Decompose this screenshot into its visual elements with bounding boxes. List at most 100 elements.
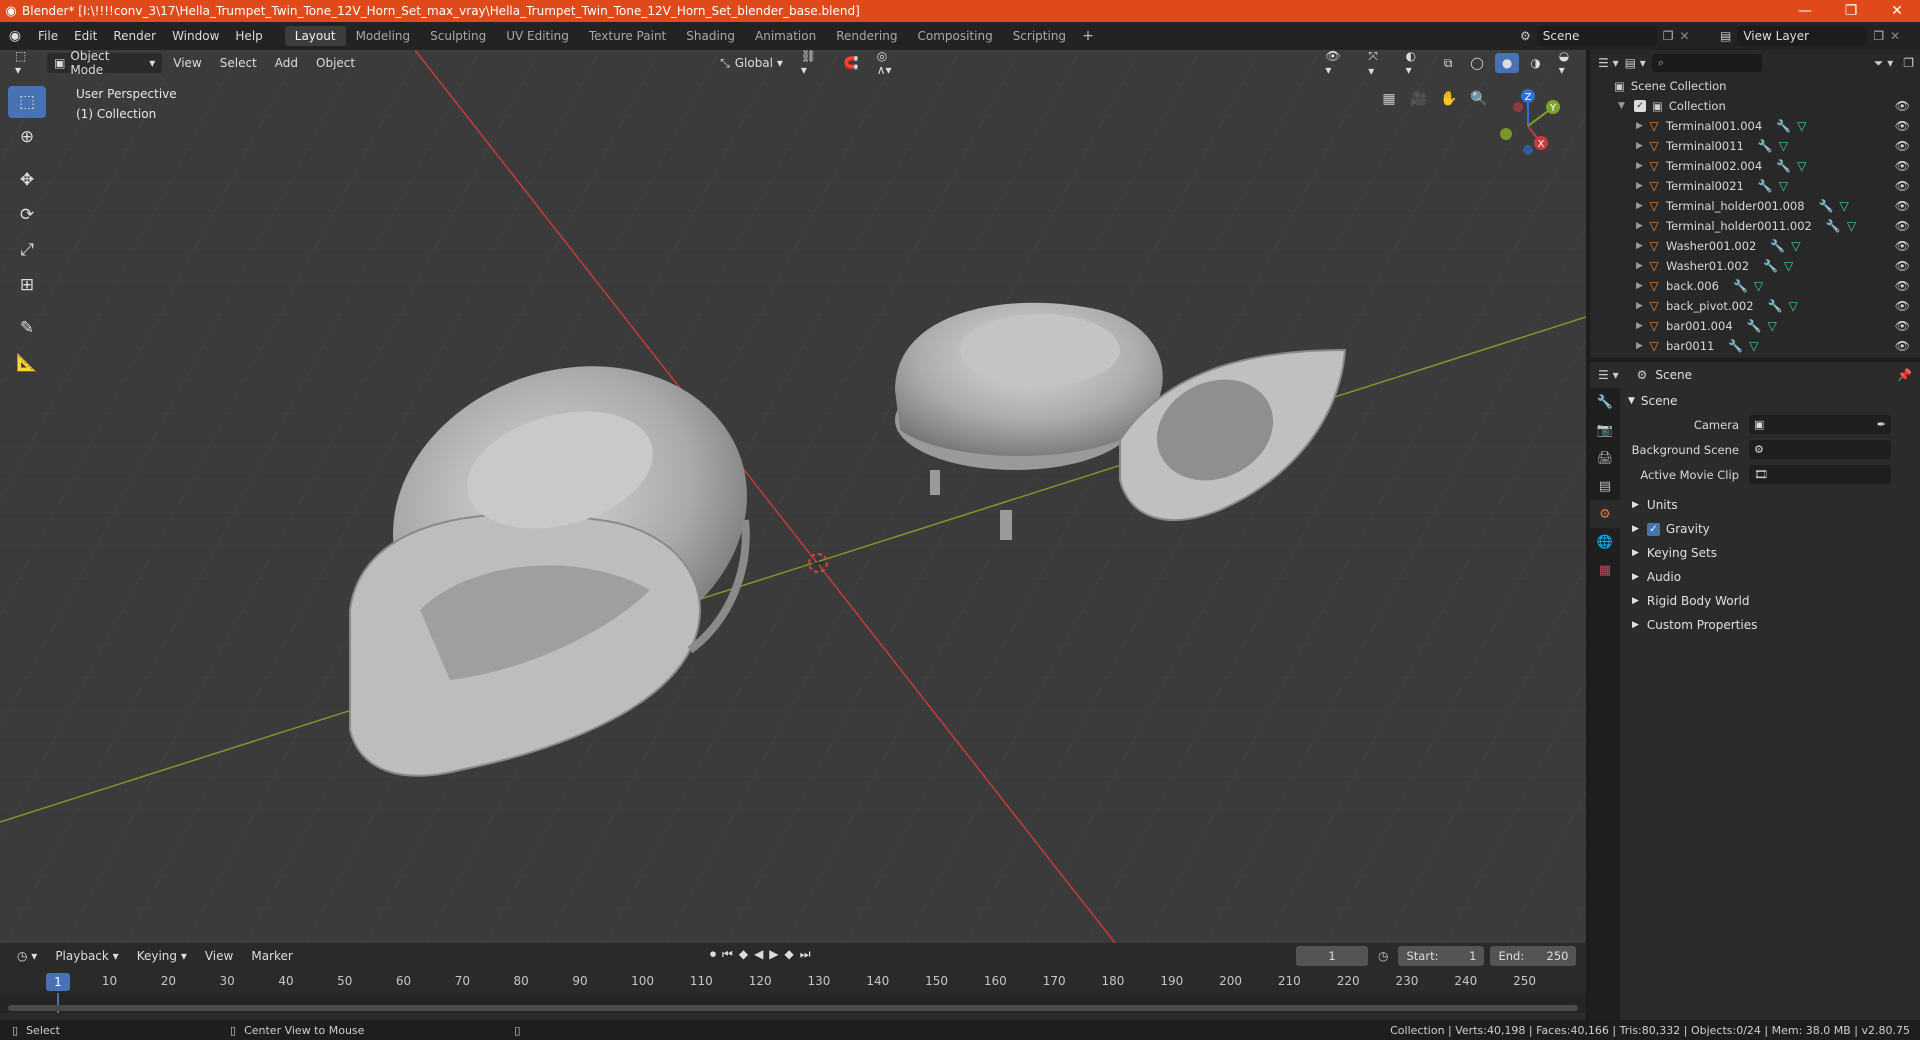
shading-material-icon[interactable]: ◑ — [1523, 53, 1547, 73]
audio-panel[interactable]: ▶ Audio — [1622, 565, 1920, 589]
viewport-menu-view[interactable]: View — [166, 53, 208, 73]
3d-viewport[interactable]: ⬚ ▾ ▣ Object Mode ▾ View Select Add Objec… — [0, 50, 1586, 943]
new-view-layer-icon[interactable]: ❐ — [1873, 29, 1884, 43]
current-frame-indicator[interactable]: 1 — [46, 973, 70, 991]
visibility-eye-icon[interactable]: 👁 — [1895, 239, 1910, 253]
scene-collection-row[interactable]: ▣ Scene Collection — [1590, 76, 1920, 96]
modifier-wrench-icon[interactable]: 🔧 — [1758, 139, 1773, 153]
movie-clip-field[interactable]: 🎞 — [1749, 465, 1891, 484]
xray-icon[interactable]: ⧉ — [1437, 53, 1460, 73]
navigation-gizmo[interactable]: Z Y X — [1490, 86, 1570, 166]
timeline-scrollbar[interactable] — [8, 1005, 1578, 1011]
menu-file[interactable]: File — [30, 29, 66, 43]
close-button[interactable]: ✕ — [1874, 3, 1920, 19]
outliner-object-row[interactable]: ▶ ▽ Terminal001.004 🔧 ▽ 👁 — [1590, 116, 1920, 136]
gizmo-toggle-icon[interactable]: ⤧ ▾ — [1361, 50, 1394, 78]
expand-arrow-icon[interactable]: ▶ — [1636, 341, 1646, 351]
restore-button[interactable]: ❐ — [1828, 3, 1874, 19]
mesh-data-icon[interactable]: ▽ — [1779, 139, 1788, 153]
tab-compositing[interactable]: Compositing — [907, 26, 1002, 46]
play-reverse-icon[interactable]: ◀ — [754, 947, 763, 962]
gravity-panel[interactable]: ▶ ✓ Gravity — [1622, 517, 1920, 541]
playback-menu[interactable]: Playback ▾ — [48, 946, 125, 966]
collection-checkbox[interactable]: ✓ — [1634, 100, 1646, 112]
jump-end-icon[interactable]: ⏭ — [800, 947, 811, 962]
filter-icon[interactable]: ⏷ ▾ — [1874, 56, 1893, 71]
measure-tool-icon[interactable]: 📐 — [8, 347, 46, 379]
outliner-object-row[interactable]: ▶ ▽ Terminal_holder001.008 🔧 ▽ 👁 — [1590, 196, 1920, 216]
viewport-menu-select[interactable]: Select — [213, 53, 264, 73]
outliner-object-row[interactable]: ▶ ▽ back_pivot.002 🔧 ▽ 👁 — [1590, 296, 1920, 316]
menu-edit[interactable]: Edit — [66, 29, 105, 43]
expand-arrow-icon[interactable]: ▶ — [1636, 281, 1646, 291]
marker-menu[interactable]: Marker — [244, 946, 299, 966]
visibility-eye-icon[interactable]: 👁 — [1895, 319, 1910, 333]
view-layer-tab-icon[interactable]: ▤ — [1590, 472, 1620, 500]
expand-arrow-icon[interactable]: ▶ — [1636, 121, 1646, 131]
modifier-wrench-icon[interactable]: 🔧 — [1776, 159, 1791, 173]
scene-name-field[interactable]: Scene — [1536, 26, 1657, 46]
preview-range-icon[interactable]: ◷ — [1378, 949, 1388, 963]
outliner-object-row[interactable]: ▶ ▽ Washer01.002 🔧 ▽ 👁 — [1590, 256, 1920, 276]
modifier-wrench-icon[interactable]: 🔧 — [1770, 239, 1785, 253]
camera-field[interactable]: ▣ ✒ — [1749, 415, 1891, 434]
tab-scripting[interactable]: Scripting — [1003, 26, 1076, 46]
expand-arrow-icon[interactable]: ▶ — [1636, 221, 1646, 231]
jump-start-icon[interactable]: ⏮ — [722, 947, 733, 962]
mesh-data-icon[interactable]: ▽ — [1784, 259, 1793, 273]
transform-tool-icon[interactable]: ⊞ — [8, 269, 46, 301]
snap-icon[interactable]: 🧲 — [837, 53, 866, 73]
timeline-ruler[interactable]: 1 10 20 30 40 50 60 70 80 90 100 110 120 130 140 150 16… — [0, 971, 1586, 993]
modifier-wrench-icon[interactable]: 🔧 — [1776, 119, 1791, 133]
tool-tab-icon[interactable]: 🔧 — [1590, 388, 1620, 416]
view-layer-field[interactable]: View Layer — [1737, 26, 1868, 46]
world-tab-icon[interactable]: 🌐 — [1590, 528, 1620, 556]
background-scene-field[interactable]: ⚙ — [1749, 440, 1891, 459]
visibility-eye-icon[interactable]: 👁 — [1895, 159, 1910, 173]
modifier-wrench-icon[interactable]: 🔧 — [1747, 319, 1762, 333]
expand-arrow-icon[interactable]: ▶ — [1636, 261, 1646, 271]
cursor-tool-icon[interactable]: ⊕ — [8, 121, 46, 153]
camera-view-icon[interactable]: 🎥 — [1408, 88, 1430, 110]
visibility-eye-icon[interactable]: 👁 — [1895, 219, 1910, 233]
mesh-data-icon[interactable]: ▽ — [1754, 279, 1763, 293]
modifier-wrench-icon[interactable]: 🔧 — [1728, 339, 1743, 353]
menu-render[interactable]: Render — [105, 29, 164, 43]
menu-help[interactable]: Help — [227, 29, 270, 43]
menu-window[interactable]: Window — [164, 29, 227, 43]
mesh-data-icon[interactable]: ▽ — [1847, 219, 1856, 233]
modifier-wrench-icon[interactable]: 🔧 — [1733, 279, 1748, 293]
modifier-wrench-icon[interactable]: 🔧 — [1768, 299, 1783, 313]
new-scene-icon[interactable]: ❐ — [1663, 29, 1674, 43]
mode-dropdown[interactable]: ▣ Object Mode ▾ — [47, 50, 163, 77]
mesh-data-icon[interactable]: ▽ — [1797, 119, 1806, 133]
grid-view-icon[interactable]: ▦ — [1378, 88, 1400, 110]
scene-tab-icon[interactable]: ⚙ — [1590, 500, 1620, 528]
select-box-tool-icon[interactable]: ⬚ — [8, 86, 46, 118]
modifier-wrench-icon[interactable]: 🔧 — [1819, 199, 1834, 213]
scene-panel-header[interactable]: ▼ Scene — [1622, 390, 1920, 412]
modifier-wrench-icon[interactable]: 🔧 — [1763, 259, 1778, 273]
viewport-menu-object[interactable]: Object — [309, 53, 362, 73]
outliner-object-row[interactable]: ▶ ▽ Terminal0021 🔧 ▽ 👁 — [1590, 176, 1920, 196]
visibility-eye-icon[interactable]: 👁 — [1895, 139, 1910, 153]
shading-rendered-icon[interactable]: ◒ ▾ — [1552, 50, 1586, 77]
tab-sculpting[interactable]: Sculpting — [420, 26, 496, 46]
expand-arrow-icon[interactable]: ▶ — [1636, 181, 1646, 191]
timeline-view-menu[interactable]: View — [198, 946, 240, 966]
outliner-editor-icon[interactable]: ☰ ▾ — [1598, 56, 1619, 70]
keying-menu[interactable]: Keying ▾ — [130, 946, 194, 966]
properties-editor-icon[interactable]: ☰ ▾ — [1598, 368, 1619, 382]
overlay-toggle-icon[interactable]: ◐ ▾ — [1399, 50, 1433, 77]
timeline-editor-icon[interactable]: ◷ ▾ — [10, 946, 44, 966]
visibility-eye-icon[interactable]: 👁 — [1895, 119, 1910, 133]
record-icon[interactable]: ⏺ — [710, 947, 716, 962]
visibility-eye-icon[interactable]: 👁 — [1895, 179, 1910, 193]
visibility-eye-icon[interactable]: 👁 — [1895, 299, 1910, 313]
shading-solid-icon[interactable]: ● — [1494, 53, 1520, 73]
render-tab-icon[interactable]: 📷 — [1590, 416, 1620, 444]
end-frame-field[interactable]: End: 250 — [1490, 946, 1577, 966]
visibility-eye-icon[interactable]: 👁 — [1895, 199, 1910, 213]
pivot-icon[interactable]: ⛓ ▾ — [794, 50, 833, 77]
tab-uv-editing[interactable]: UV Editing — [496, 26, 579, 46]
